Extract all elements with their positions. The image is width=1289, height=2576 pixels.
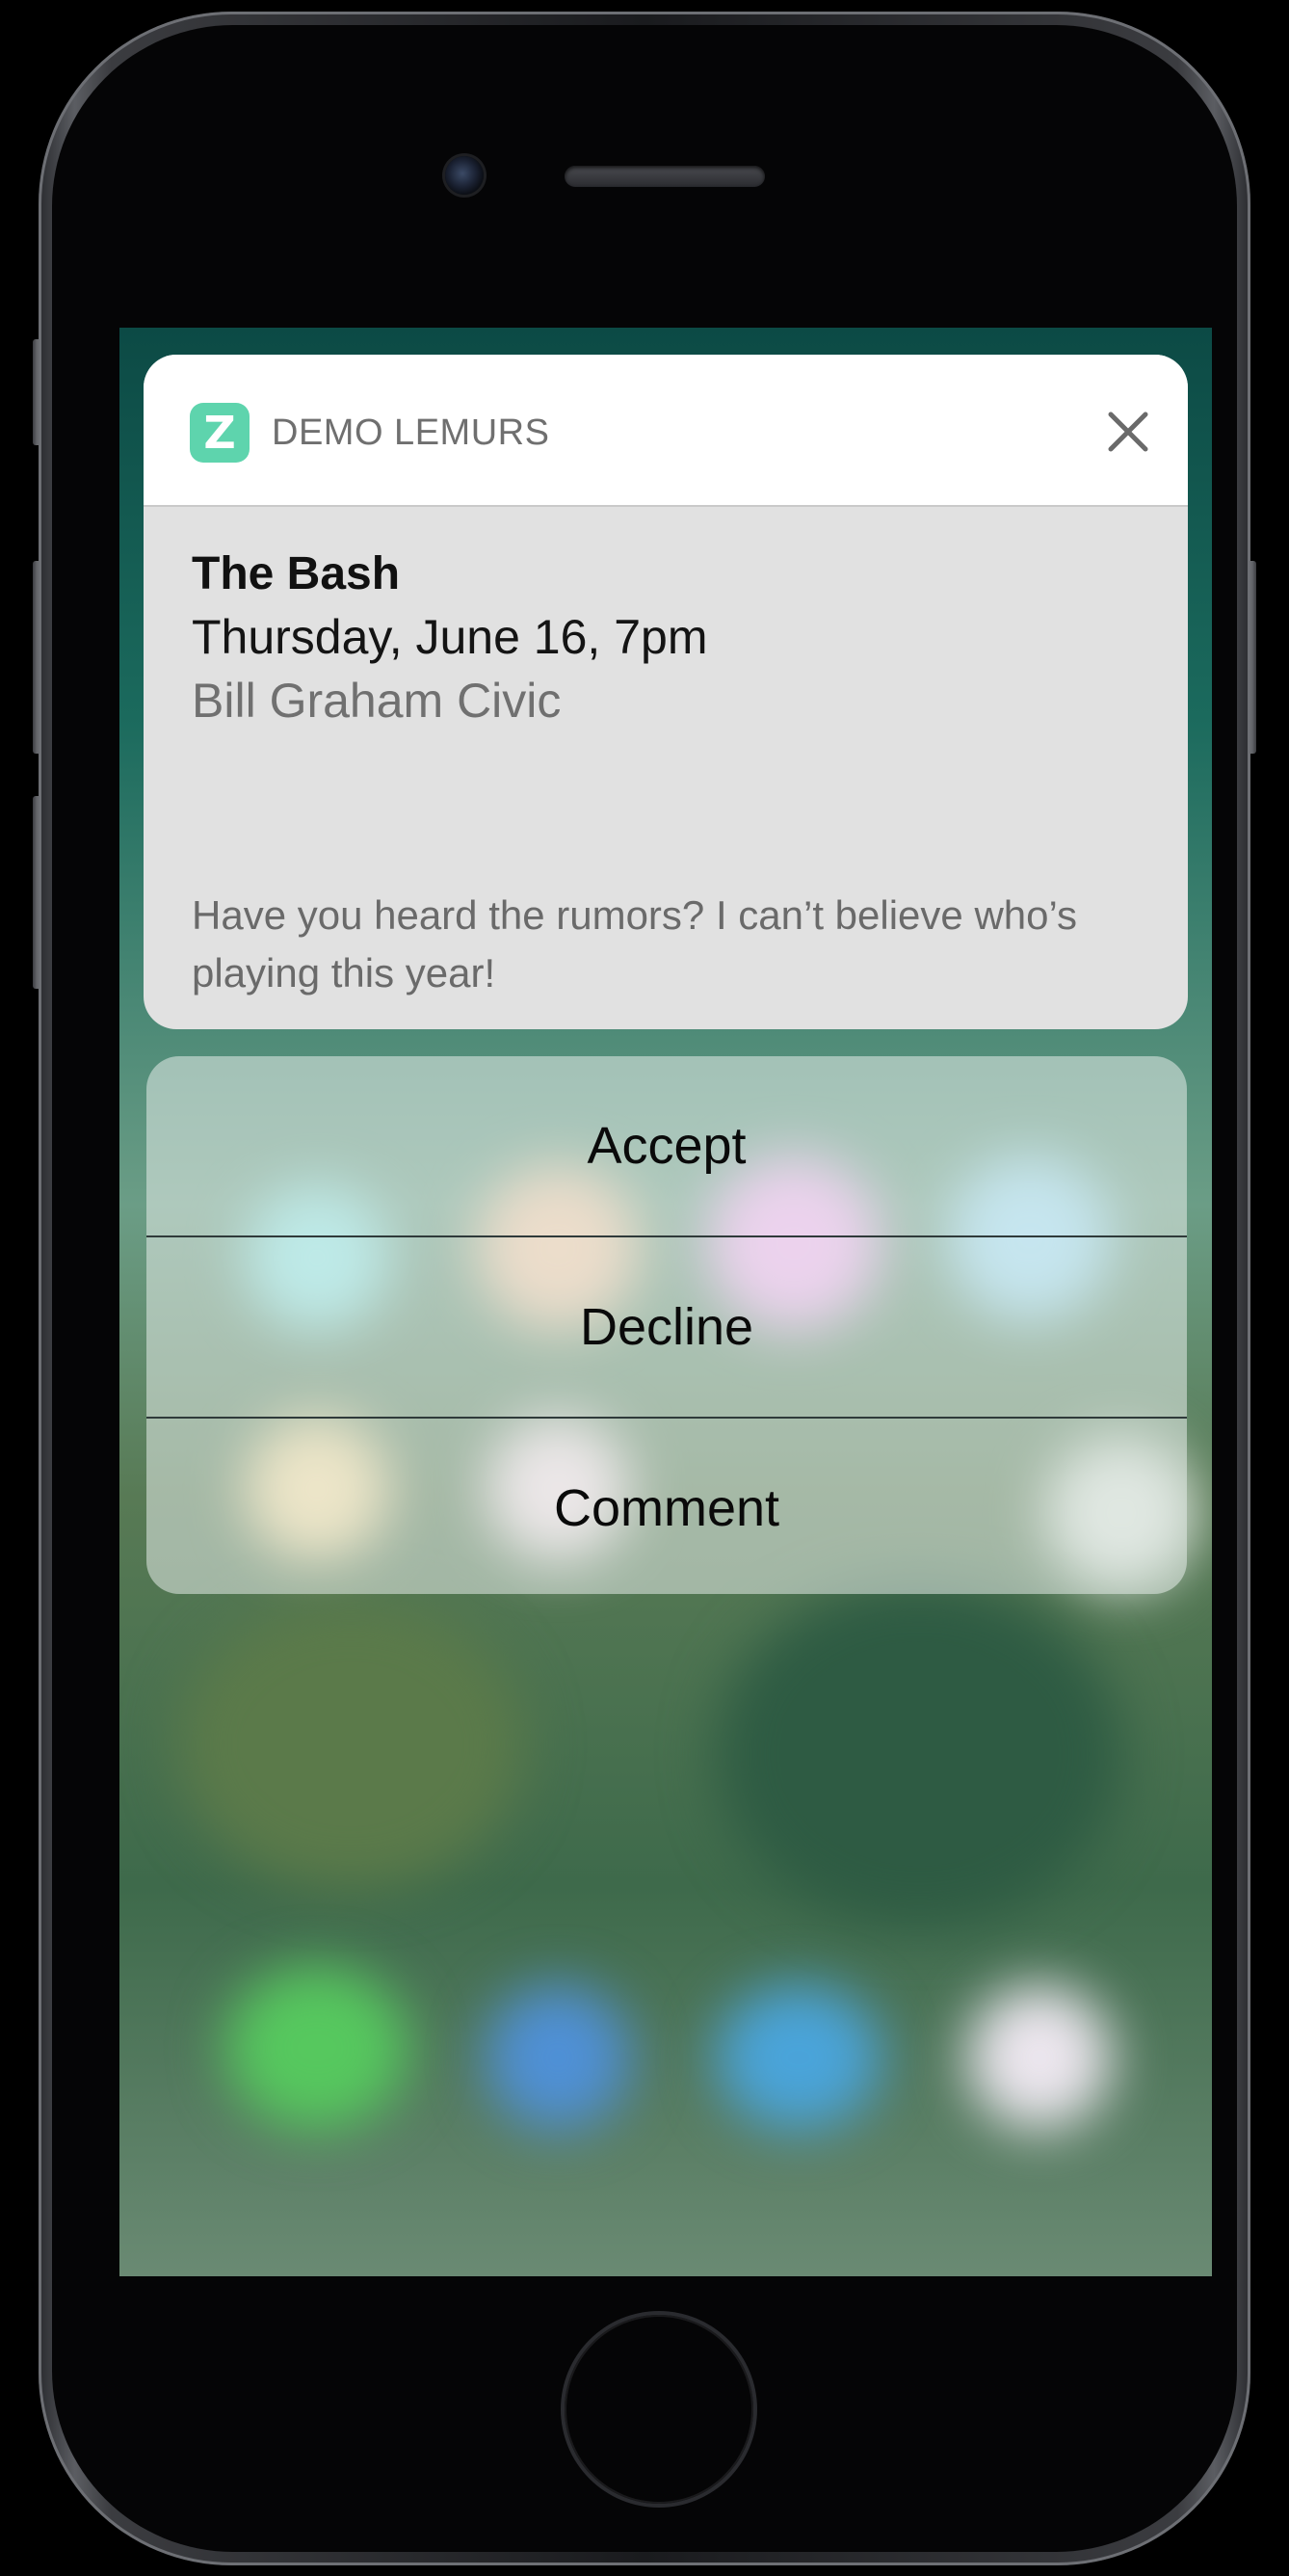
notification-body: The Bash Thursday, June 16, 7pm Bill Gra… <box>192 544 1140 732</box>
notification-actions: Accept Decline Comment <box>146 1056 1187 1594</box>
close-button[interactable] <box>1097 401 1159 463</box>
dock-app-icon <box>225 1966 408 2130</box>
notification-message: Have you heard the rumors? I can’t belie… <box>192 892 1078 996</box>
notification-header: Z DEMO LEMURS <box>144 355 1188 507</box>
accept-button[interactable]: Accept <box>146 1056 1187 1235</box>
app-name: DEMO LEMURS <box>272 412 550 453</box>
earpiece-speaker <box>565 166 765 187</box>
event-date-time: Thursday, June 16, 7pm <box>192 610 708 664</box>
event-title: The Bash <box>192 548 401 599</box>
wallpaper-shape <box>717 1580 1121 1927</box>
comment-button[interactable]: Comment <box>146 1417 1187 1594</box>
stage: Z DEMO LEMURS The Bash Thursday, June 16… <box>0 0 1289 2576</box>
dock-app-icon <box>486 1985 630 2130</box>
notification-card[interactable]: Z DEMO LEMURS The Bash Thursday, June 16… <box>144 355 1188 1029</box>
screen: Z DEMO LEMURS The Bash Thursday, June 16… <box>119 328 1212 2276</box>
front-camera <box>445 156 484 195</box>
close-icon <box>1108 412 1148 452</box>
event-venue: Bill Graham Civic <box>192 674 562 728</box>
dock-app-icon <box>967 1985 1112 2130</box>
dock-app-icon <box>717 1985 881 2130</box>
decline-button[interactable]: Decline <box>146 1235 1187 1417</box>
wallpaper-shape <box>177 1600 524 1889</box>
app-icon: Z <box>190 403 250 463</box>
home-button[interactable] <box>565 2315 753 2504</box>
